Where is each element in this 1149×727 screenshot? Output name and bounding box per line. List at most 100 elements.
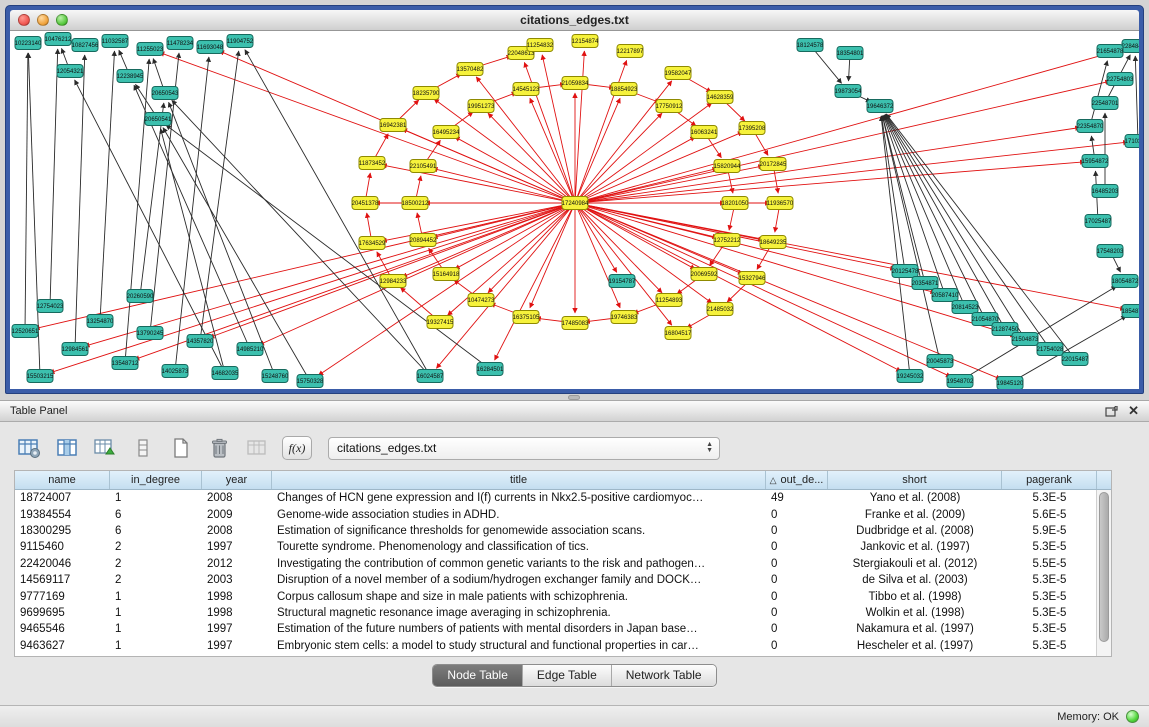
graph-node[interactable]: 15750328: [297, 375, 324, 388]
graph-node[interactable]: 12520651: [12, 325, 39, 338]
graph-node[interactable]: 20650541: [145, 113, 172, 126]
table-vertical-scrollbar[interactable]: [1096, 490, 1111, 656]
graph-node[interactable]: 14628359: [707, 91, 734, 104]
graph-node[interactable]: 12054321: [57, 65, 84, 78]
graph-node[interactable]: 11032587: [102, 35, 129, 48]
graph-node[interactable]: 16024587: [417, 370, 444, 383]
graph-node[interactable]: 18854923: [611, 83, 638, 96]
graph-node[interactable]: 17548203: [1097, 245, 1124, 258]
graph-node[interactable]: 20451378: [352, 197, 379, 210]
graph-node[interactable]: 18235790: [413, 87, 440, 100]
graph-node[interactable]: 11478234: [167, 37, 194, 50]
table-row[interactable]: 1938455462009Genome-wide association stu…: [15, 506, 1111, 522]
select-columns-icon[interactable]: [54, 436, 80, 460]
graph-node[interactable]: 17634529: [359, 237, 386, 250]
graph-node[interactable]: 19746383: [611, 311, 638, 324]
table-row[interactable]: 1872400712008Changes of HCN gene express…: [15, 490, 1111, 506]
graph-node[interactable]: 18649235: [760, 236, 787, 249]
graph-node[interactable]: 22754803: [1107, 73, 1134, 86]
graph-node[interactable]: 20172845: [760, 158, 787, 171]
graph-node[interactable]: 17240984: [562, 197, 589, 210]
graph-node[interactable]: 11254893: [656, 294, 683, 307]
graph-node[interactable]: 20587410: [932, 289, 959, 302]
graph-node[interactable]: 18054872: [1112, 275, 1139, 288]
graph-node[interactable]: 18124578: [797, 39, 824, 52]
graph-node[interactable]: 14545123: [513, 83, 540, 96]
column-header-name[interactable]: name: [15, 471, 110, 489]
graph-node[interactable]: 15820944: [714, 160, 741, 173]
graph-node[interactable]: 11255023: [137, 43, 164, 56]
graph-node[interactable]: 22548701: [1092, 97, 1119, 110]
graph-node[interactable]: 20894452: [410, 234, 437, 247]
table-row[interactable]: 2242004622012Investigating the contribut…: [15, 556, 1111, 572]
graph-node[interactable]: 21754028: [1037, 343, 1064, 356]
column-header-pagerank[interactable]: pagerank: [1002, 471, 1097, 489]
graph-node[interactable]: 12984233: [380, 275, 407, 288]
tab-edge-table[interactable]: Edge Table: [522, 665, 611, 686]
graph-node[interactable]: 15327946: [739, 272, 766, 285]
graph-node[interactable]: 10827456: [72, 39, 99, 52]
graph-node[interactable]: 17103548: [1125, 135, 1139, 148]
graph-node[interactable]: 13570482: [457, 63, 484, 76]
graph-node[interactable]: 15503215: [27, 370, 54, 383]
graph-node[interactable]: 16804517: [665, 327, 692, 340]
graph-node[interactable]: 19873054: [835, 85, 862, 98]
column-header-year[interactable]: year: [202, 471, 272, 489]
delete-table-icon[interactable]: [206, 436, 232, 460]
graph-node[interactable]: 20650543: [152, 87, 179, 100]
graph-node[interactable]: 19327415: [427, 316, 454, 329]
graph-node[interactable]: 21504873: [1012, 333, 1039, 346]
import-table-icon[interactable]: [92, 436, 118, 460]
column-header-title[interactable]: title: [272, 471, 766, 489]
graph-node[interactable]: 22848484: [1122, 40, 1139, 53]
graph-node[interactable]: 11873452: [359, 157, 386, 170]
graph-node[interactable]: 21485032: [707, 303, 734, 316]
graph-node[interactable]: 21059834: [562, 77, 589, 90]
graph-node[interactable]: 14357820: [187, 335, 214, 348]
graph-node[interactable]: 12984561: [62, 343, 89, 356]
network-graph[interactable]: 1724098418201050127522122006959211254893…: [10, 31, 1139, 389]
graph-node[interactable]: 14985210: [237, 343, 264, 356]
float-panel-icon[interactable]: [1105, 406, 1118, 417]
graph-node[interactable]: 12752212: [714, 234, 741, 247]
graph-node[interactable]: 10476212: [45, 33, 72, 46]
row-tools-icon[interactable]: [130, 436, 156, 460]
minimize-window-button[interactable]: [37, 14, 49, 26]
close-window-button[interactable]: [18, 14, 30, 26]
new-document-icon[interactable]: [168, 436, 194, 460]
graph-node[interactable]: 12754023: [37, 300, 64, 313]
table-row[interactable]: 977716911998Corpus callosum shape and si…: [15, 588, 1111, 604]
graph-node[interactable]: 18354801: [837, 47, 864, 60]
graph-node[interactable]: 19245032: [897, 370, 924, 383]
graph-node[interactable]: 17485083: [562, 317, 589, 330]
graph-node[interactable]: 17750912: [656, 100, 683, 113]
merge-table-icon[interactable]: [244, 436, 270, 460]
graph-node[interactable]: 20814523: [952, 301, 979, 314]
graph-node[interactable]: 21654878: [1097, 45, 1124, 58]
graph-node[interactable]: 22015487: [1062, 353, 1089, 366]
close-panel-icon[interactable]: ✕: [1128, 403, 1139, 419]
graph-node[interactable]: 13548712: [112, 357, 139, 370]
graph-node[interactable]: 10474273: [468, 294, 495, 307]
graph-node[interactable]: 19646372: [867, 100, 894, 113]
table-selector-dropdown[interactable]: citations_edges.txt ▲▼: [328, 437, 720, 460]
graph-node[interactable]: 16284501: [477, 363, 504, 376]
table-row[interactable]: 1456911722003Disruption of a novel membe…: [15, 572, 1111, 588]
graph-node[interactable]: 15164918: [433, 268, 460, 281]
network-window-titlebar[interactable]: citations_edges.txt: [10, 10, 1139, 31]
graph-node[interactable]: 16942381: [380, 119, 407, 132]
table-row[interactable]: 911546021997Tourette syndrome. Phenomeno…: [15, 539, 1111, 555]
graph-node[interactable]: 11254832: [527, 39, 554, 52]
graph-node[interactable]: 19548702: [947, 375, 974, 388]
graph-node[interactable]: 17395208: [739, 122, 766, 135]
table-row[interactable]: 946362711997Embryonic stem cells: a mode…: [15, 638, 1111, 654]
graph-node[interactable]: 15954872: [1082, 155, 1109, 168]
graph-node[interactable]: 13790245: [137, 327, 164, 340]
tab-node-table[interactable]: Node Table: [433, 665, 522, 686]
graph-node[interactable]: 19951273: [468, 100, 495, 113]
table-settings-icon[interactable]: [16, 436, 42, 460]
table-row[interactable]: 946554611997Estimation of the future num…: [15, 621, 1111, 637]
tab-network-table[interactable]: Network Table: [611, 665, 716, 686]
graph-node[interactable]: 18548720: [1122, 305, 1139, 318]
graph-node[interactable]: 18500212: [402, 197, 429, 210]
